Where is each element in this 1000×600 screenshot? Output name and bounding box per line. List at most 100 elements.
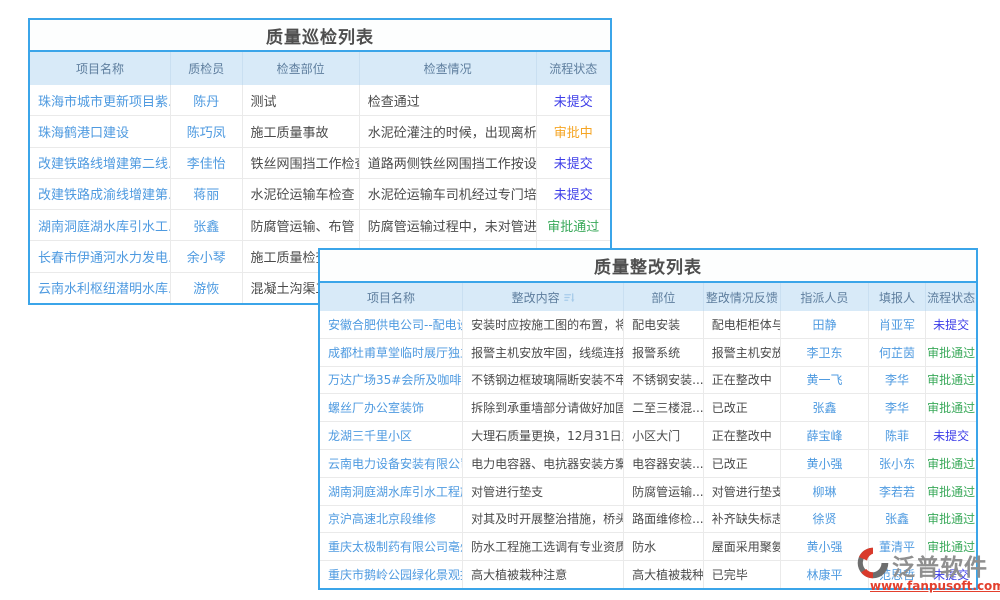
status-badge: 审批通过 <box>926 339 976 366</box>
assignee-link[interactable]: 柳琳 <box>781 478 868 505</box>
table-row: 改建铁路线增建第二线... 李佳怡 铁丝网围挡工作检查 道路两侧铁丝网围挡工作按… <box>30 148 610 179</box>
inspector-link[interactable]: 李佳怡 <box>171 148 242 178</box>
col-header-content-label: 整改内容 <box>512 289 560 306</box>
filler-link[interactable]: 张鑫 <box>869 506 927 533</box>
col-header-project: 项目名称 <box>30 52 171 85</box>
filler-link[interactable]: 肖亚军 <box>869 311 927 338</box>
page: 质量巡检列表 项目名称 质检员 检查部位 检查情况 流程状态 珠海市城市更新项目… <box>0 0 1000 600</box>
part-cell: 测试 <box>243 85 360 115</box>
status-badge: 审批中 <box>537 116 610 146</box>
situation-cell: 道路两侧铁丝网围挡工作按设计... <box>360 148 537 178</box>
table-row: 龙湖三千里小区 大理石质量更换，12月31日之... 小区大门 正在整改中 薛宝… <box>320 422 976 450</box>
table-row: 螺丝厂办公室装饰 拆除到承重墙部分请做好加固... 二至三楼混... 已改正 张… <box>320 394 976 422</box>
content-cell: 对管进行垫支 <box>463 478 624 505</box>
project-link[interactable]: 长春市伊通河水力发电... <box>30 241 171 271</box>
feedback-cell: 补齐缺失标志... <box>704 506 782 533</box>
project-link[interactable]: 京沪高速北京段维修 <box>320 506 463 533</box>
inspector-link[interactable]: 陈巧凤 <box>171 116 242 146</box>
project-link[interactable]: 云南水利枢纽潜明水库... <box>30 273 171 303</box>
project-link[interactable]: 万达广场35#会所及咖啡厅空... <box>320 367 463 394</box>
project-link[interactable]: 珠海鹤港口建设 <box>30 116 171 146</box>
part-cell: 小区大门 <box>624 422 704 449</box>
feedback-cell: 配电柜柜体与... <box>704 311 782 338</box>
project-link[interactable]: 重庆太极制药有限公司亳州中... <box>320 533 463 560</box>
project-link[interactable]: 改建铁路成渝线增建第... <box>30 179 171 209</box>
content-cell: 不锈钢边框玻璃隔断安装不牢... <box>463 367 624 394</box>
content-cell: 对其及时开展整治措施，桥头... <box>463 506 624 533</box>
assignee-link[interactable]: 李卫东 <box>781 339 868 366</box>
part-cell: 水泥砼运输车检查 <box>243 179 360 209</box>
fanpu-url-text: www.fanpusoft.com <box>870 579 1000 593</box>
filler-link[interactable]: 李华 <box>869 367 927 394</box>
col-header-status: 流程状态 <box>537 52 610 85</box>
rectify-table-header: 项目名称 整改内容 部位 整改情况反馈 指 <box>320 283 976 311</box>
col-header-project: 项目名称 <box>320 283 463 311</box>
col-header-inspector: 质检员 <box>171 52 243 85</box>
status-badge: 未提交 <box>926 311 976 338</box>
content-cell: 电力电容器、电抗器安装方案,... <box>463 450 624 477</box>
table-row: 安徽合肥供电公司--配电设备... 安装时应按施工图的布置，将... 配电安装 … <box>320 311 976 339</box>
filler-link[interactable]: 何芷茵 <box>869 339 927 366</box>
col-header-part: 检查部位 <box>243 52 360 85</box>
project-link[interactable]: 湖南洞庭湖水库引水工... <box>30 210 171 240</box>
status-badge: 未提交 <box>537 148 610 178</box>
assignee-link[interactable]: 黄一飞 <box>781 367 868 394</box>
table-row: 成都杜甫草堂临时展厅独立展... 报警主机安放牢固，线缆连接... 报警系统 报… <box>320 339 976 367</box>
filler-link[interactable]: 李若若 <box>869 478 927 505</box>
part-cell: 二至三楼混... <box>624 394 704 421</box>
table-row: 京沪高速北京段维修 对其及时开展整治措施，桥头... 路面维修检... 补齐缺失… <box>320 506 976 534</box>
project-link[interactable]: 改建铁路线增建第二线... <box>30 148 171 178</box>
assignee-link[interactable]: 张鑫 <box>781 394 868 421</box>
assignee-link[interactable]: 徐贤 <box>781 506 868 533</box>
status-badge: 审批通过 <box>926 394 976 421</box>
filler-link[interactable]: 李华 <box>869 394 927 421</box>
feedback-cell: 正在整改中 <box>704 367 782 394</box>
status-badge: 未提交 <box>926 422 976 449</box>
part-cell: 电容器安装... <box>624 450 704 477</box>
table-row: 珠海市城市更新项目紫... 陈丹 测试 检查通过 未提交 <box>30 85 610 116</box>
part-cell: 不锈钢安装... <box>624 367 704 394</box>
col-header-assignee: 指派人员 <box>781 283 868 311</box>
table-row: 云南电力设备安装有限公司20... 电力电容器、电抗器安装方案,... 电容器安… <box>320 450 976 478</box>
status-badge: 审批通过 <box>926 450 976 477</box>
project-link[interactable]: 珠海市城市更新项目紫... <box>30 85 171 115</box>
inspector-link[interactable]: 游恢 <box>171 273 242 303</box>
feedback-cell: 屋面采用聚氨... <box>704 533 782 560</box>
feedback-cell: 已完毕 <box>704 561 782 588</box>
content-cell: 拆除到承重墙部分请做好加固... <box>463 394 624 421</box>
col-header-content-sortable[interactable]: 整改内容 <box>463 283 624 311</box>
fanpu-watermark: 泛普软件 www.fanpusoft.com <box>854 543 1000 598</box>
content-cell: 高大植被栽种注意 <box>463 561 624 588</box>
status-badge: 审批通过 <box>926 506 976 533</box>
project-link[interactable]: 龙湖三千里小区 <box>320 422 463 449</box>
project-link[interactable]: 成都杜甫草堂临时展厅独立展... <box>320 339 463 366</box>
project-link[interactable]: 湖南洞庭湖水库引水工程施工标 <box>320 478 463 505</box>
content-cell: 大理石质量更换，12月31日之... <box>463 422 624 449</box>
feedback-cell: 已改正 <box>704 450 782 477</box>
feedback-cell: 报警主机安放... <box>704 339 782 366</box>
assignee-link[interactable]: 田静 <box>781 311 868 338</box>
inspector-link[interactable]: 陈丹 <box>171 85 242 115</box>
situation-cell: 水泥砼灌注的时候，出现离析现象 <box>360 116 537 146</box>
project-link[interactable]: 螺丝厂办公室装饰 <box>320 394 463 421</box>
project-link[interactable]: 安徽合肥供电公司--配电设备... <box>320 311 463 338</box>
sort-icon[interactable] <box>564 292 575 303</box>
col-header-status: 流程状态 <box>926 283 976 311</box>
part-cell: 防腐管运输、布管 <box>243 210 360 240</box>
part-cell: 配电安装 <box>624 311 704 338</box>
inspector-link[interactable]: 张鑫 <box>171 210 242 240</box>
content-cell: 防水工程施工选调有专业资质... <box>463 533 624 560</box>
project-link[interactable]: 重庆市鹅岭公园绿化景观提升... <box>320 561 463 588</box>
table-row: 湖南洞庭湖水库引水工程施工标 对管进行垫支 防腐管运输... 对管进行垫支 柳琳… <box>320 478 976 506</box>
status-badge: 未提交 <box>537 179 610 209</box>
inspector-link[interactable]: 余小琴 <box>171 241 242 271</box>
rectify-table-title: 质量整改列表 <box>320 250 976 283</box>
assignee-link[interactable]: 黄小强 <box>781 450 868 477</box>
inspector-link[interactable]: 蒋丽 <box>171 179 242 209</box>
filler-link[interactable]: 陈菲 <box>869 422 927 449</box>
project-link[interactable]: 云南电力设备安装有限公司20... <box>320 450 463 477</box>
situation-cell: 防腐管运输过程中，未对管进行... <box>360 210 537 240</box>
filler-link[interactable]: 张小东 <box>869 450 927 477</box>
status-badge: 未提交 <box>537 85 610 115</box>
assignee-link[interactable]: 薛宝峰 <box>781 422 868 449</box>
